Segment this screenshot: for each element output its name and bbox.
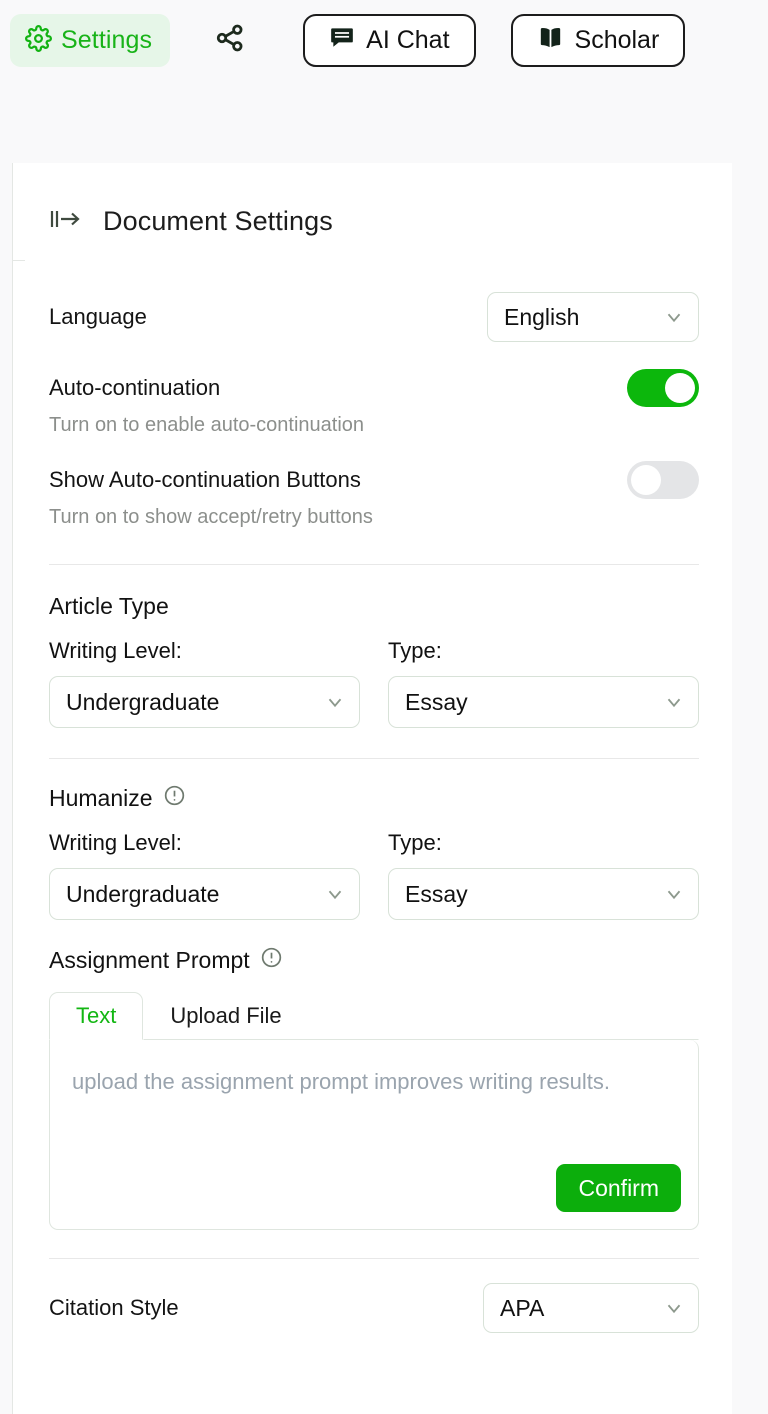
- language-value: English: [504, 303, 580, 330]
- article-type-value: Essay: [405, 688, 468, 715]
- assignment-prompt-input[interactable]: upload the assignment prompt improves wr…: [72, 1064, 632, 1100]
- chat-bubble-icon: [329, 24, 355, 57]
- scholar-label: Scholar: [574, 26, 660, 54]
- top-toolbar: Settings AI Chat Scholar: [0, 0, 768, 163]
- gear-icon: [25, 24, 52, 57]
- info-circle-icon[interactable]: [163, 784, 186, 812]
- panel-edge-marker: [13, 260, 25, 261]
- confirm-button[interactable]: Confirm: [556, 1164, 681, 1212]
- scholar-button[interactable]: Scholar: [510, 14, 686, 67]
- language-select[interactable]: English: [487, 292, 699, 342]
- settings-button[interactable]: Settings: [10, 14, 171, 67]
- humanize-writing-level-select[interactable]: Undergraduate: [49, 868, 360, 920]
- citation-style-value: APA: [500, 1294, 545, 1321]
- article-type-title: Article Type: [49, 593, 169, 619]
- citation-style-select[interactable]: APA: [483, 1283, 699, 1333]
- humanize-type-label: Type:: [388, 830, 442, 855]
- assignment-prompt-title: Assignment Prompt: [49, 946, 250, 973]
- panel-collapse-right-icon[interactable]: [49, 206, 83, 237]
- show-auto-continuation-buttons-row: Show Auto-continuation Buttons: [49, 461, 699, 499]
- ai-chat-button[interactable]: AI Chat: [303, 14, 476, 67]
- toggle-knob: [665, 373, 695, 403]
- humanize-writing-level-label: Writing Level:: [49, 830, 182, 855]
- article-type-fields: Writing Level: Undergraduate Type: Essay: [49, 638, 699, 728]
- share-nodes-icon: [214, 22, 246, 59]
- citation-style-label: Citation Style: [49, 1295, 179, 1320]
- chevron-down-icon: [667, 890, 681, 900]
- toggle-knob: [631, 465, 661, 495]
- app-root: Settings AI Chat Scholar Document Settin…: [0, 0, 768, 1414]
- show-auto-continuation-buttons-label: Show Auto-continuation Buttons: [49, 467, 361, 492]
- humanize-title: Humanize: [49, 784, 153, 811]
- chevron-down-icon: [667, 1304, 681, 1314]
- show-auto-continuation-buttons-hint: Turn on to show accept/retry buttons: [49, 506, 373, 528]
- panel-header: Document Settings: [49, 192, 699, 250]
- article-writing-level-label: Writing Level:: [49, 638, 182, 663]
- auto-continuation-label: Auto-continuation: [49, 375, 221, 400]
- auto-continuation-toggle[interactable]: [627, 369, 699, 407]
- share-button[interactable]: [203, 14, 257, 68]
- ai-chat-label: AI Chat: [366, 26, 450, 54]
- assignment-prompt-body: upload the assignment prompt improves wr…: [49, 1040, 699, 1230]
- chevron-down-icon: [328, 698, 342, 708]
- settings-label: Settings: [61, 26, 153, 54]
- chevron-down-icon: [667, 313, 681, 323]
- assignment-prompt-title-row: Assignment Prompt: [49, 946, 699, 974]
- humanize-fields: Writing Level: Undergraduate Type: Essay: [49, 830, 699, 920]
- info-circle-icon[interactable]: [260, 946, 283, 974]
- assignment-prompt-tabs: Text Upload File: [49, 992, 699, 1040]
- chevron-down-icon: [667, 698, 681, 708]
- humanize-type-select[interactable]: Essay: [388, 868, 699, 920]
- citation-style-row: Citation Style APA: [49, 1283, 699, 1333]
- humanize-title-row: Humanize: [49, 784, 699, 812]
- humanize-writing-level-value: Undergraduate: [66, 880, 220, 907]
- chevron-down-icon: [328, 890, 342, 900]
- article-writing-level-value: Undergraduate: [66, 688, 220, 715]
- article-type-select[interactable]: Essay: [388, 676, 699, 728]
- tab-text[interactable]: Text: [49, 992, 144, 1040]
- language-row: Language English: [49, 292, 699, 342]
- show-auto-continuation-buttons-toggle[interactable]: [627, 461, 699, 499]
- article-writing-level-select[interactable]: Undergraduate: [49, 676, 360, 728]
- open-book-icon: [537, 24, 564, 58]
- auto-continuation-row: Auto-continuation: [49, 369, 699, 407]
- auto-continuation-hint: Turn on to enable auto-continuation: [49, 414, 365, 436]
- article-type-label: Type:: [388, 638, 442, 663]
- page-title: Document Settings: [103, 205, 333, 236]
- tab-upload-file[interactable]: Upload File: [143, 992, 699, 1040]
- humanize-type-value: Essay: [405, 880, 468, 907]
- document-settings-panel: Document Settings Language English Auto-…: [12, 163, 732, 1414]
- language-label: Language: [49, 304, 147, 329]
